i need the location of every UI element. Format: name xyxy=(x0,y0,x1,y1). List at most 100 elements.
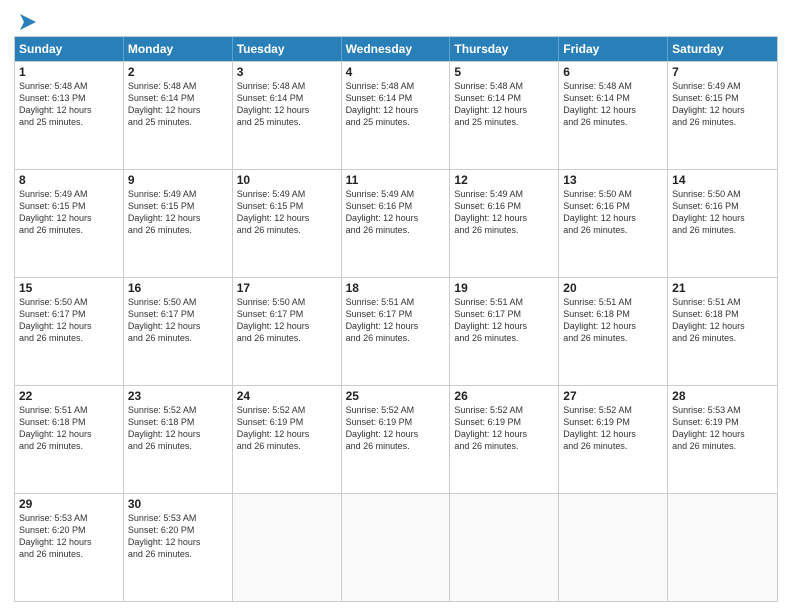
day-number: 21 xyxy=(672,281,773,295)
day-number: 28 xyxy=(672,389,773,403)
cell-info: Sunrise: 5:49 AMSunset: 6:15 PMDaylight:… xyxy=(237,188,337,237)
calendar-cell: 16Sunrise: 5:50 AMSunset: 6:17 PMDayligh… xyxy=(124,278,233,385)
page: SundayMondayTuesdayWednesdayThursdayFrid… xyxy=(0,0,792,612)
day-number: 16 xyxy=(128,281,228,295)
cell-info: Sunrise: 5:50 AMSunset: 6:16 PMDaylight:… xyxy=(563,188,663,237)
cell-info: Sunrise: 5:48 AMSunset: 6:14 PMDaylight:… xyxy=(128,80,228,129)
cell-info: Sunrise: 5:50 AMSunset: 6:16 PMDaylight:… xyxy=(672,188,773,237)
cell-info: Sunrise: 5:52 AMSunset: 6:19 PMDaylight:… xyxy=(346,404,446,453)
day-number: 10 xyxy=(237,173,337,187)
calendar-week-1: 1Sunrise: 5:48 AMSunset: 6:13 PMDaylight… xyxy=(15,61,777,169)
calendar-header-wednesday: Wednesday xyxy=(342,37,451,61)
header xyxy=(14,10,778,30)
calendar-cell: 23Sunrise: 5:52 AMSunset: 6:18 PMDayligh… xyxy=(124,386,233,493)
day-number: 4 xyxy=(346,65,446,79)
calendar-cell: 20Sunrise: 5:51 AMSunset: 6:18 PMDayligh… xyxy=(559,278,668,385)
calendar-cell: 2Sunrise: 5:48 AMSunset: 6:14 PMDaylight… xyxy=(124,62,233,169)
calendar-cell: 5Sunrise: 5:48 AMSunset: 6:14 PMDaylight… xyxy=(450,62,559,169)
calendar-header-monday: Monday xyxy=(124,37,233,61)
calendar-cell: 3Sunrise: 5:48 AMSunset: 6:14 PMDaylight… xyxy=(233,62,342,169)
day-number: 27 xyxy=(563,389,663,403)
calendar-cell: 15Sunrise: 5:50 AMSunset: 6:17 PMDayligh… xyxy=(15,278,124,385)
calendar-cell: 19Sunrise: 5:51 AMSunset: 6:17 PMDayligh… xyxy=(450,278,559,385)
calendar-body: 1Sunrise: 5:48 AMSunset: 6:13 PMDaylight… xyxy=(15,61,777,601)
day-number: 13 xyxy=(563,173,663,187)
cell-info: Sunrise: 5:49 AMSunset: 6:15 PMDaylight:… xyxy=(672,80,773,129)
calendar-cell: 4Sunrise: 5:48 AMSunset: 6:14 PMDaylight… xyxy=(342,62,451,169)
cell-info: Sunrise: 5:52 AMSunset: 6:18 PMDaylight:… xyxy=(128,404,228,453)
day-number: 5 xyxy=(454,65,554,79)
cell-info: Sunrise: 5:50 AMSunset: 6:17 PMDaylight:… xyxy=(128,296,228,345)
calendar-cell: 6Sunrise: 5:48 AMSunset: 6:14 PMDaylight… xyxy=(559,62,668,169)
calendar-cell xyxy=(342,494,451,601)
calendar-cell: 18Sunrise: 5:51 AMSunset: 6:17 PMDayligh… xyxy=(342,278,451,385)
cell-info: Sunrise: 5:53 AMSunset: 6:19 PMDaylight:… xyxy=(672,404,773,453)
logo xyxy=(14,10,40,30)
day-number: 8 xyxy=(19,173,119,187)
calendar-cell: 10Sunrise: 5:49 AMSunset: 6:15 PMDayligh… xyxy=(233,170,342,277)
cell-info: Sunrise: 5:52 AMSunset: 6:19 PMDaylight:… xyxy=(454,404,554,453)
calendar-cell: 26Sunrise: 5:52 AMSunset: 6:19 PMDayligh… xyxy=(450,386,559,493)
day-number: 22 xyxy=(19,389,119,403)
calendar-cell: 12Sunrise: 5:49 AMSunset: 6:16 PMDayligh… xyxy=(450,170,559,277)
calendar-cell xyxy=(450,494,559,601)
day-number: 7 xyxy=(672,65,773,79)
day-number: 1 xyxy=(19,65,119,79)
calendar-cell: 1Sunrise: 5:48 AMSunset: 6:13 PMDaylight… xyxy=(15,62,124,169)
calendar-week-2: 8Sunrise: 5:49 AMSunset: 6:15 PMDaylight… xyxy=(15,169,777,277)
day-number: 11 xyxy=(346,173,446,187)
calendar-cell: 25Sunrise: 5:52 AMSunset: 6:19 PMDayligh… xyxy=(342,386,451,493)
cell-info: Sunrise: 5:49 AMSunset: 6:15 PMDaylight:… xyxy=(128,188,228,237)
calendar-cell: 9Sunrise: 5:49 AMSunset: 6:15 PMDaylight… xyxy=(124,170,233,277)
cell-info: Sunrise: 5:51 AMSunset: 6:18 PMDaylight:… xyxy=(672,296,773,345)
day-number: 9 xyxy=(128,173,228,187)
calendar-week-5: 29Sunrise: 5:53 AMSunset: 6:20 PMDayligh… xyxy=(15,493,777,601)
calendar-cell: 30Sunrise: 5:53 AMSunset: 6:20 PMDayligh… xyxy=(124,494,233,601)
cell-info: Sunrise: 5:49 AMSunset: 6:16 PMDaylight:… xyxy=(346,188,446,237)
cell-info: Sunrise: 5:53 AMSunset: 6:20 PMDaylight:… xyxy=(19,512,119,561)
day-number: 14 xyxy=(672,173,773,187)
day-number: 19 xyxy=(454,281,554,295)
day-number: 3 xyxy=(237,65,337,79)
calendar-header-tuesday: Tuesday xyxy=(233,37,342,61)
cell-info: Sunrise: 5:49 AMSunset: 6:15 PMDaylight:… xyxy=(19,188,119,237)
cell-info: Sunrise: 5:48 AMSunset: 6:14 PMDaylight:… xyxy=(454,80,554,129)
calendar-week-3: 15Sunrise: 5:50 AMSunset: 6:17 PMDayligh… xyxy=(15,277,777,385)
day-number: 25 xyxy=(346,389,446,403)
day-number: 2 xyxy=(128,65,228,79)
calendar-cell: 21Sunrise: 5:51 AMSunset: 6:18 PMDayligh… xyxy=(668,278,777,385)
calendar-cell: 8Sunrise: 5:49 AMSunset: 6:15 PMDaylight… xyxy=(15,170,124,277)
day-number: 24 xyxy=(237,389,337,403)
cell-info: Sunrise: 5:48 AMSunset: 6:13 PMDaylight:… xyxy=(19,80,119,129)
day-number: 15 xyxy=(19,281,119,295)
day-number: 23 xyxy=(128,389,228,403)
calendar-week-4: 22Sunrise: 5:51 AMSunset: 6:18 PMDayligh… xyxy=(15,385,777,493)
calendar-header-row: SundayMondayTuesdayWednesdayThursdayFrid… xyxy=(15,37,777,61)
cell-info: Sunrise: 5:52 AMSunset: 6:19 PMDaylight:… xyxy=(563,404,663,453)
cell-info: Sunrise: 5:51 AMSunset: 6:18 PMDaylight:… xyxy=(563,296,663,345)
calendar: SundayMondayTuesdayWednesdayThursdayFrid… xyxy=(14,36,778,602)
cell-info: Sunrise: 5:51 AMSunset: 6:17 PMDaylight:… xyxy=(346,296,446,345)
cell-info: Sunrise: 5:51 AMSunset: 6:17 PMDaylight:… xyxy=(454,296,554,345)
cell-info: Sunrise: 5:50 AMSunset: 6:17 PMDaylight:… xyxy=(237,296,337,345)
calendar-cell xyxy=(668,494,777,601)
cell-info: Sunrise: 5:48 AMSunset: 6:14 PMDaylight:… xyxy=(563,80,663,129)
day-number: 12 xyxy=(454,173,554,187)
calendar-cell: 28Sunrise: 5:53 AMSunset: 6:19 PMDayligh… xyxy=(668,386,777,493)
cell-info: Sunrise: 5:49 AMSunset: 6:16 PMDaylight:… xyxy=(454,188,554,237)
cell-info: Sunrise: 5:52 AMSunset: 6:19 PMDaylight:… xyxy=(237,404,337,453)
calendar-cell: 22Sunrise: 5:51 AMSunset: 6:18 PMDayligh… xyxy=(15,386,124,493)
calendar-cell xyxy=(233,494,342,601)
day-number: 29 xyxy=(19,497,119,511)
day-number: 26 xyxy=(454,389,554,403)
day-number: 17 xyxy=(237,281,337,295)
calendar-cell: 7Sunrise: 5:49 AMSunset: 6:15 PMDaylight… xyxy=(668,62,777,169)
calendar-cell: 29Sunrise: 5:53 AMSunset: 6:20 PMDayligh… xyxy=(15,494,124,601)
calendar-cell: 11Sunrise: 5:49 AMSunset: 6:16 PMDayligh… xyxy=(342,170,451,277)
calendar-cell: 27Sunrise: 5:52 AMSunset: 6:19 PMDayligh… xyxy=(559,386,668,493)
cell-info: Sunrise: 5:48 AMSunset: 6:14 PMDaylight:… xyxy=(237,80,337,129)
cell-info: Sunrise: 5:53 AMSunset: 6:20 PMDaylight:… xyxy=(128,512,228,561)
cell-info: Sunrise: 5:50 AMSunset: 6:17 PMDaylight:… xyxy=(19,296,119,345)
calendar-header-friday: Friday xyxy=(559,37,668,61)
calendar-header-saturday: Saturday xyxy=(668,37,777,61)
